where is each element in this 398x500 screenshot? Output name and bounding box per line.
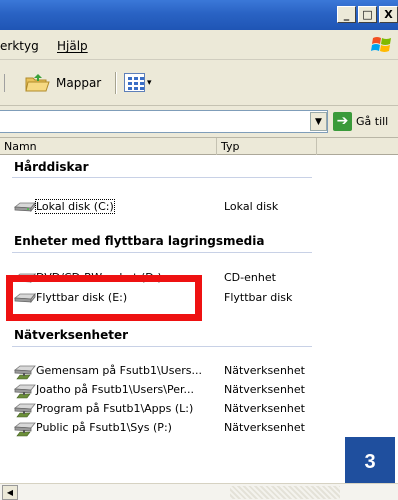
item-name: Flyttbar disk (E:) bbox=[36, 291, 128, 304]
removable-drive-icon bbox=[14, 292, 36, 304]
step-badge: 3 bbox=[345, 437, 395, 487]
group-header-network: Nätverksenheter bbox=[14, 328, 129, 342]
item-type: Nätverksenhet bbox=[224, 402, 305, 415]
item-name: DVD/CD-RW-enhet (D:) bbox=[36, 271, 162, 284]
list-item-network-drive[interactable]: Public på Fsutb1\Sys (P:) Nätverksenhet bbox=[0, 420, 398, 437]
drive-list: Hårddiskar Lokal disk (C:) Lokal disk En… bbox=[0, 155, 398, 475]
folders-button[interactable]: Mappar bbox=[24, 72, 101, 94]
arrow-right-icon: ➔ bbox=[333, 112, 352, 131]
views-button[interactable]: ▾ bbox=[124, 73, 152, 92]
item-type: Flyttbar disk bbox=[224, 291, 293, 304]
list-item-network-drive[interactable]: Gemensam på Fsutb1\Users... Nätverksenhe… bbox=[0, 363, 398, 380]
list-item-network-drive[interactable]: Joatho på Fsutb1\Users\Per... Nätverksen… bbox=[0, 382, 398, 399]
network-drive-icon bbox=[14, 422, 36, 437]
column-header-row: Namn Typ bbox=[0, 138, 398, 155]
item-name: Gemensam på Fsutb1\Users... bbox=[36, 364, 202, 377]
network-drive-icon bbox=[14, 384, 36, 399]
horizontal-scrollbar[interactable]: ◀ bbox=[0, 483, 398, 500]
column-header-type[interactable]: Typ bbox=[217, 138, 317, 155]
toolbar-separator bbox=[4, 74, 8, 92]
group-header-hard-drives: Hårddiskar bbox=[14, 160, 89, 174]
folders-label: Mappar bbox=[56, 76, 102, 90]
network-drive-icon bbox=[14, 403, 36, 418]
cd-drive-icon bbox=[14, 272, 36, 284]
window-controls: _ □ X bbox=[337, 6, 398, 23]
menu-item-tools[interactable]: erktyg bbox=[0, 39, 39, 53]
group-divider bbox=[12, 177, 312, 178]
address-bar: ▼ ➔ Gå till bbox=[0, 106, 398, 138]
group-divider bbox=[12, 346, 312, 347]
scrollbar-track[interactable] bbox=[230, 486, 340, 499]
group-header-removable: Enheter med flyttbara lagringsmedia bbox=[14, 234, 265, 248]
toolbar: Mappar ▾ bbox=[0, 60, 398, 106]
maximize-button[interactable]: □ bbox=[358, 6, 377, 23]
list-item-drive-c[interactable]: Lokal disk (C:) Lokal disk bbox=[0, 199, 398, 216]
minimize-button[interactable]: _ bbox=[337, 6, 356, 23]
folders-icon bbox=[25, 74, 50, 92]
scroll-left-button[interactable]: ◀ bbox=[2, 485, 18, 500]
hard-drive-icon bbox=[14, 201, 36, 213]
list-item-drive-e[interactable]: Flyttbar disk (E:) Flyttbar disk bbox=[0, 290, 398, 307]
menu-item-help[interactable]: Hjälp bbox=[57, 39, 88, 53]
menu-bar: erktyg Hjälp bbox=[0, 30, 398, 60]
list-item-network-drive[interactable]: Program på Fsutb1\Apps (L:) Nätverksenhe… bbox=[0, 401, 398, 418]
chevron-down-icon: ▼ bbox=[315, 116, 322, 127]
go-label: Gå till bbox=[356, 115, 389, 128]
item-type: Nätverksenhet bbox=[224, 421, 305, 434]
item-type: Nätverksenhet bbox=[224, 383, 305, 396]
go-button[interactable]: ➔ Gå till bbox=[333, 112, 388, 131]
chevron-down-icon: ▾ bbox=[147, 77, 152, 88]
item-type: Nätverksenhet bbox=[224, 364, 305, 377]
item-name: Public på Fsutb1\Sys (P:) bbox=[36, 421, 172, 434]
close-button[interactable]: X bbox=[379, 6, 398, 23]
item-name: Lokal disk (C:) bbox=[35, 199, 115, 214]
address-dropdown-button[interactable]: ▼ bbox=[310, 112, 327, 131]
network-drive-icon bbox=[14, 365, 36, 380]
group-divider bbox=[12, 252, 312, 253]
column-header-name[interactable]: Namn bbox=[0, 138, 217, 155]
title-bar: _ □ X bbox=[0, 0, 398, 30]
item-name: Program på Fsutb1\Apps (L:) bbox=[36, 402, 194, 415]
item-name: Joatho på Fsutb1\Users\Per... bbox=[36, 383, 194, 396]
address-input[interactable] bbox=[0, 110, 328, 133]
item-type: CD-enhet bbox=[224, 271, 276, 284]
arrow-left-icon: ◀ bbox=[6, 488, 14, 497]
views-icon bbox=[124, 73, 145, 92]
toolbar-separator bbox=[115, 72, 117, 94]
list-item-drive-d[interactable]: DVD/CD-RW-enhet (D:) CD-enhet bbox=[0, 270, 398, 287]
item-type: Lokal disk bbox=[224, 200, 279, 213]
windows-logo-icon bbox=[371, 37, 391, 52]
